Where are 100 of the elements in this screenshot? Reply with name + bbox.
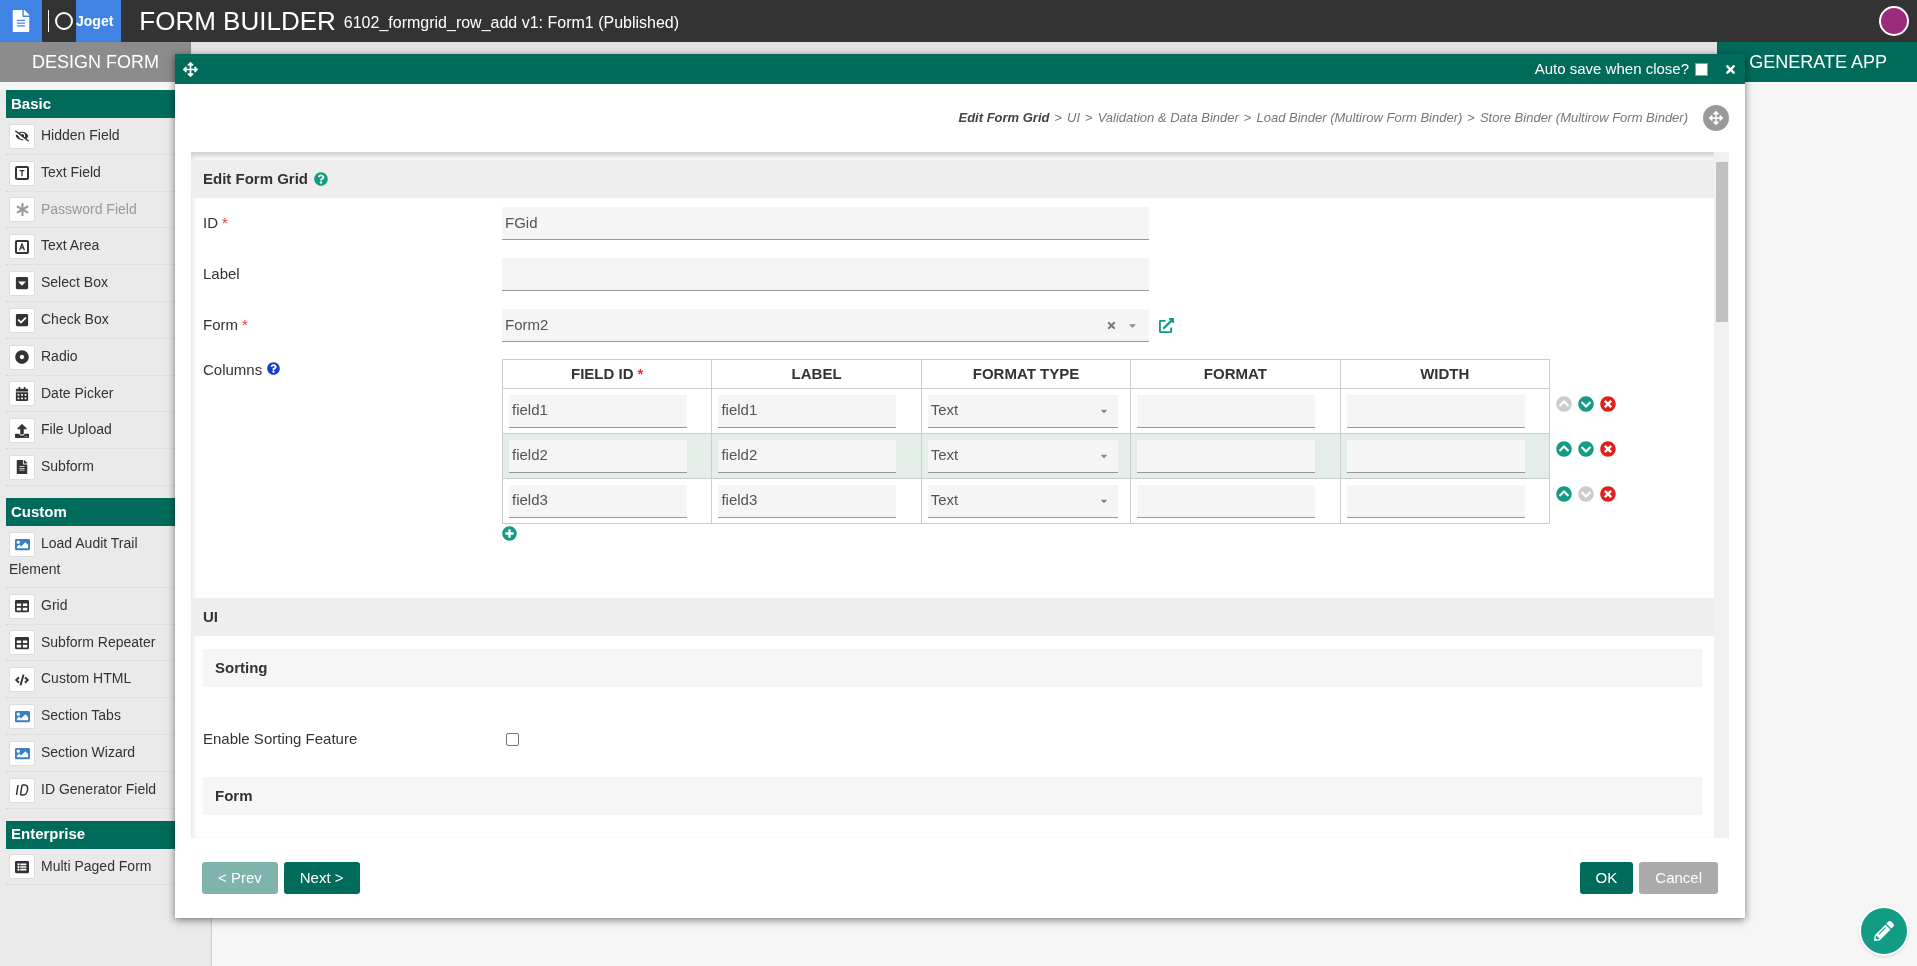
palette-item[interactable]: Multi Paged Form — [6, 848, 176, 886]
palette-item[interactable]: Grid — [6, 587, 176, 625]
format-input[interactable] — [1137, 394, 1316, 428]
move-up-icon[interactable] — [1556, 441, 1572, 457]
text-input[interactable]: FGid — [502, 207, 1149, 240]
palette-item[interactable]: Check Box — [6, 302, 176, 339]
required-marker: * — [222, 213, 228, 234]
field-id-input[interactable]: field1 — [509, 394, 687, 428]
move-icon[interactable] — [183, 61, 198, 77]
id-icon — [14, 783, 30, 798]
upload-icon — [15, 423, 29, 438]
select-value: Text — [930, 400, 959, 421]
palette-item[interactable]: Subform — [6, 449, 176, 486]
field-id-input[interactable]: field2 — [509, 439, 687, 473]
sorting-checkbox[interactable] — [506, 732, 519, 746]
palette-item[interactable]: Select Box — [6, 265, 176, 302]
add-row-icon[interactable] — [502, 526, 517, 541]
palette-item[interactable]: Text Field — [6, 154, 176, 192]
breadcrumb-link[interactable]: Edit Form Grid — [958, 108, 1050, 128]
logo-icon — [55, 12, 73, 30]
format-type-select[interactable]: Text — [927, 439, 1118, 473]
label-input[interactable]: field1 — [718, 394, 897, 428]
section-title: UI — [203, 606, 218, 627]
label-input[interactable]: field2 — [718, 439, 897, 473]
avatar-icon[interactable] — [1879, 6, 1909, 36]
field-label: Form — [203, 315, 238, 336]
move-up-icon[interactable] — [1556, 486, 1572, 502]
text-area-icon — [15, 239, 29, 254]
width-input[interactable] — [1346, 484, 1525, 518]
code-icon — [15, 672, 29, 687]
image-icon — [14, 708, 30, 724]
tab[interactable]: GENERATE APP — [1717, 42, 1917, 82]
expand-icon[interactable] — [1703, 105, 1729, 131]
delete-icon[interactable] — [1600, 441, 1616, 457]
form-subtitle: 6102_formgrid_row_add v1: Form1 (Published) — [343, 13, 680, 33]
auto-save-checkbox[interactable] — [1695, 62, 1708, 76]
width-input[interactable] — [1346, 439, 1525, 473]
select-value: Form2 — [505, 314, 550, 335]
help-icon[interactable] — [267, 362, 281, 375]
label-input[interactable]: field3 — [718, 484, 897, 518]
palette-item[interactable]: Section Wizard — [6, 734, 176, 772]
column-header: FORMAT — [1130, 359, 1341, 389]
breadcrumb-separator: > — [1054, 109, 1063, 128]
list-icon — [15, 859, 29, 874]
image-icon — [14, 745, 30, 761]
delete-icon[interactable] — [1600, 396, 1616, 412]
subsection-title: Sorting — [215, 657, 268, 678]
form-select[interactable]: Form2 — [502, 309, 1149, 342]
palette-item[interactable]: Radio — [6, 338, 176, 376]
format-input[interactable] — [1137, 484, 1316, 518]
field-id-input[interactable]: field3 — [509, 484, 687, 518]
radio-icon — [15, 350, 29, 365]
field-label: ID — [203, 213, 218, 234]
app-title: FORM BUILDER — [139, 4, 336, 38]
breadcrumb-separator: > — [1085, 109, 1093, 128]
edit-pencil-button[interactable] — [1859, 906, 1909, 956]
field-label: Label — [203, 264, 240, 285]
palette-item[interactable]: File Upload — [6, 412, 176, 450]
close-icon[interactable] — [1724, 62, 1737, 76]
document-icon — [15, 460, 29, 475]
field-label: Enable Sorting Feature — [203, 728, 359, 749]
column-header: FIELD ID * — [502, 359, 712, 389]
image-icon — [14, 536, 30, 552]
delete-icon[interactable] — [1600, 486, 1616, 502]
move-down-icon[interactable] — [1578, 396, 1594, 412]
dropdown-icon — [15, 276, 29, 291]
table-icon — [15, 599, 29, 614]
clear-icon[interactable] — [1106, 319, 1117, 331]
breadcrumb-link[interactable]: Load Binder (Multirow Form Binder) — [1256, 108, 1463, 128]
move-down-icon[interactable] — [1578, 441, 1594, 457]
document-icon — [0, 0, 42, 42]
palette-item[interactable]: Subform Repeater — [6, 624, 176, 662]
breadcrumb-link[interactable]: Store Binder (Multirow Form Binder) — [1479, 108, 1688, 128]
palette-item[interactable]: Text Area — [6, 228, 176, 266]
logo-text: Joget — [76, 0, 122, 42]
next-button[interactable]: Next > — [283, 862, 360, 894]
select-value: Text — [930, 445, 959, 466]
ok-button[interactable]: OK — [1579, 862, 1634, 894]
auto-save-label: Auto save when close? — [1534, 58, 1689, 79]
asterisk-icon — [15, 203, 29, 217]
text-input[interactable] — [502, 258, 1149, 291]
width-input[interactable] — [1346, 394, 1525, 428]
column-header: LABEL — [711, 359, 922, 389]
eye-slash-icon — [15, 129, 29, 144]
format-type-select[interactable]: Text — [927, 484, 1118, 518]
format-type-select[interactable]: Text — [927, 394, 1118, 428]
breadcrumb-link[interactable]: UI — [1067, 108, 1081, 128]
palette-item[interactable]: ID Generator Field — [6, 771, 176, 809]
format-input[interactable] — [1137, 439, 1316, 473]
external-link-icon[interactable] — [1159, 318, 1174, 333]
palette-item[interactable]: Hidden Field — [6, 118, 176, 155]
checkbox-icon — [15, 313, 29, 328]
breadcrumb-link[interactable]: Validation & Data Binder — [1097, 108, 1239, 128]
text-field-icon — [15, 166, 29, 181]
breadcrumb-separator: > — [1243, 109, 1252, 128]
palette-item[interactable]: Date Picker — [6, 375, 176, 413]
column-header: FORMAT TYPE — [921, 359, 1131, 389]
palette-item[interactable]: Section Tabs — [6, 698, 176, 735]
palette-item[interactable]: Custom HTML — [6, 661, 176, 699]
field-label: Columns — [203, 360, 263, 380]
